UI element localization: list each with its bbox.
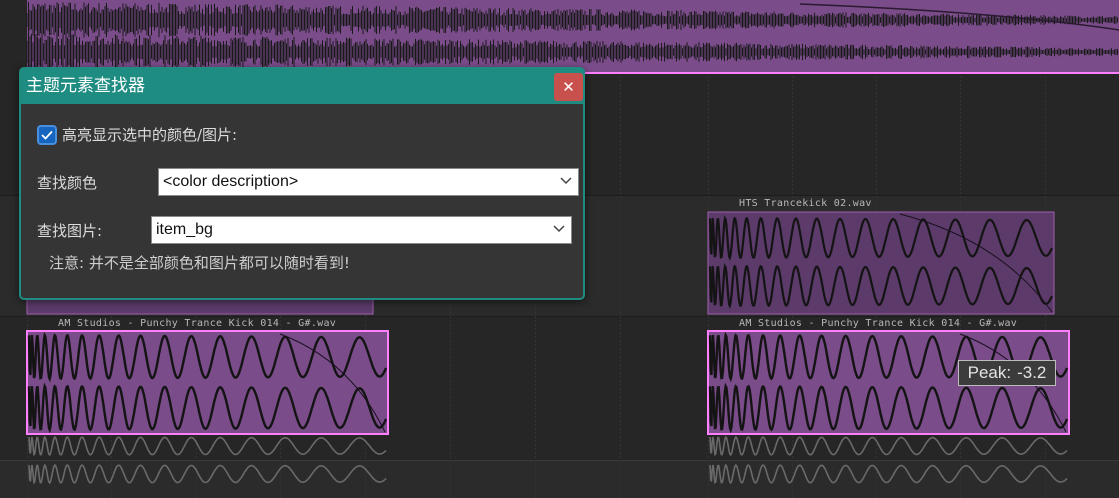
find-image-value: item_bg [156, 221, 213, 238]
close-button[interactable]: ✕ [554, 73, 583, 101]
find-color-label: 查找颜色 [37, 174, 98, 192]
dialog-titlebar[interactable]: 主题元素查找器 ✕ [21, 69, 583, 104]
dialog-title: 主题元素查找器 [26, 76, 145, 96]
chevron-down-icon [560, 177, 572, 185]
find-image-label: 查找图片: [37, 222, 103, 240]
theme-element-finder-dialog: 主题元素查找器 ✕ 高亮显示选中的颜色/图片: 查找颜色 <color desc… [19, 67, 585, 300]
visibility-note: 注意: 并不是全部颜色和图片都可以随时看到! [49, 254, 350, 272]
find-color-select[interactable]: <color description> [158, 168, 579, 196]
find-image-select[interactable]: item_bg [151, 216, 572, 244]
peak-label: Peak: [967, 363, 1012, 382]
find-color-value: <color description> [163, 173, 299, 190]
clip-label-right: AM Studios - Punchy Trance Kick 014 - G#… [739, 318, 1018, 329]
close-icon: ✕ [562, 78, 575, 96]
peak-tooltip: Peak: -3.2 [958, 360, 1056, 386]
chevron-down-icon [553, 225, 565, 233]
highlight-checkbox[interactable] [37, 125, 57, 145]
peak-value: -3.2 [1017, 363, 1047, 382]
clip-label-left: AM Studios - Punchy Trance Kick 014 - G#… [58, 318, 337, 329]
clip-label-hts: HTS Trancekick 02.wav [739, 198, 872, 209]
highlight-checkbox-label: 高亮显示选中的颜色/图片: [62, 126, 238, 144]
check-icon [41, 130, 53, 140]
